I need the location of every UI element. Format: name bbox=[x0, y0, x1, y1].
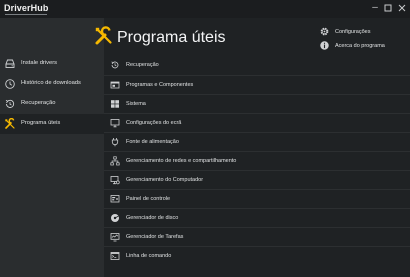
history-clock-icon bbox=[5, 79, 15, 89]
windows-icon bbox=[111, 100, 119, 108]
about-label: Acerca do programa bbox=[335, 43, 385, 49]
utility-system[interactable]: Sistema bbox=[104, 94, 410, 113]
title-bar: DriverHub – bbox=[0, 0, 410, 18]
sidebar-item-label: Programa úteis bbox=[21, 120, 61, 126]
settings-link[interactable]: Configurações bbox=[318, 26, 408, 40]
utility-label: Sistema bbox=[126, 101, 146, 107]
utility-programs-and-features[interactable]: Programas e Componentes bbox=[104, 75, 410, 94]
tools-icon bbox=[5, 118, 15, 129]
display-icon bbox=[110, 119, 120, 128]
drive-install-icon bbox=[5, 59, 15, 68]
command-line-icon bbox=[110, 252, 120, 260]
sidebar-item-useful-programs[interactable]: Programa úteis bbox=[0, 114, 104, 134]
utility-label: Programas e Componentes bbox=[126, 82, 194, 88]
disk-icon bbox=[111, 214, 119, 222]
control-panel-icon bbox=[110, 195, 120, 203]
power-plug-icon bbox=[111, 138, 119, 147]
utility-label: Configurações do ecrã bbox=[126, 120, 182, 126]
close-button[interactable] bbox=[396, 2, 408, 14]
utility-label: Gerenciamento de redes e compartilhament… bbox=[126, 158, 237, 164]
utility-network-sharing[interactable]: Gerenciamento de redes e compartilhament… bbox=[104, 151, 410, 170]
gear-icon bbox=[320, 27, 329, 36]
utility-label: Painel de controle bbox=[126, 196, 171, 202]
task-manager-icon bbox=[110, 233, 120, 242]
utility-task-manager[interactable]: Gerenciador de Tarefas bbox=[104, 227, 410, 246]
settings-label: Configurações bbox=[335, 29, 371, 35]
utility-control-panel[interactable]: Painel de controle bbox=[104, 189, 410, 208]
utility-command-line[interactable]: Linha de comando bbox=[104, 246, 410, 265]
restore-icon bbox=[111, 61, 119, 69]
minimize-button[interactable]: – bbox=[369, 2, 381, 14]
utility-label: Gerenciamento do Computador bbox=[126, 177, 204, 183]
sidebar-item-label: Instale drivers bbox=[21, 60, 58, 66]
sidebar-item-label: Recuperação bbox=[21, 100, 56, 106]
utility-label: Fonte de alimentação bbox=[126, 139, 179, 145]
sidebar: Instale drivers Histórico de downloads R… bbox=[0, 18, 104, 277]
utility-disk-management[interactable]: Gerenciador de disco bbox=[104, 208, 410, 227]
utility-label: Gerenciador de Tarefas bbox=[126, 234, 184, 240]
sidebar-item-download-history[interactable]: Histórico de downloads bbox=[0, 74, 104, 94]
programs-icon bbox=[110, 81, 120, 89]
computer-management-icon bbox=[110, 176, 120, 185]
network-icon bbox=[110, 156, 120, 166]
utility-display-settings[interactable]: Configurações do ecrã bbox=[104, 113, 410, 132]
info-icon bbox=[320, 41, 329, 50]
tools-icon bbox=[95, 26, 112, 45]
utility-label: Gerenciador de disco bbox=[126, 215, 179, 221]
utility-power-options[interactable]: Fonte de alimentação bbox=[104, 132, 410, 151]
maximize-icon bbox=[384, 4, 392, 12]
utility-label: Linha de comando bbox=[126, 253, 172, 259]
restore-icon bbox=[5, 99, 15, 108]
about-link[interactable]: Acerca do programa bbox=[318, 40, 408, 54]
page-title: Programa úteis bbox=[117, 29, 226, 46]
app-logo: DriverHub bbox=[4, 3, 49, 15]
sidebar-item-label: Histórico de downloads bbox=[21, 80, 81, 86]
maximize-button[interactable] bbox=[382, 2, 394, 14]
utility-label: Recuperação bbox=[126, 62, 159, 68]
sidebar-item-recovery[interactable]: Recuperação bbox=[0, 94, 104, 114]
utility-recovery[interactable]: Recuperação bbox=[104, 56, 410, 75]
sidebar-item-install-drivers[interactable]: Instale drivers bbox=[0, 54, 104, 74]
utility-computer-management[interactable]: Gerenciamento do Computador bbox=[104, 170, 410, 189]
close-icon bbox=[398, 4, 406, 12]
